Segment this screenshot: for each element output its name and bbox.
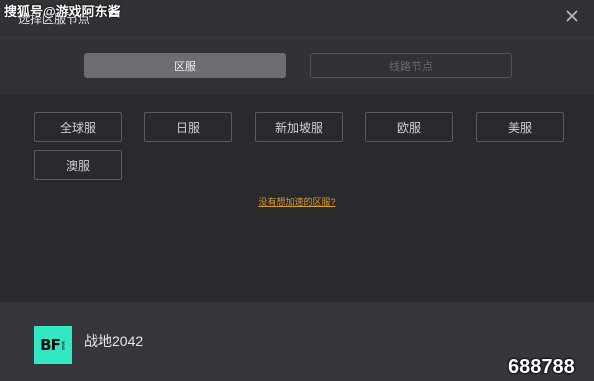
help-link-row: 没有想加速的区服? [0,195,594,208]
dialog-header: 选择区服节点 搜狐号@游戏阿东酱 [0,0,594,38]
game-footer: BF 2042 战地2042 688788 [0,302,594,381]
server-option-australia[interactable]: 澳服 [34,150,122,180]
game-logo-text: BF [40,336,61,354]
tab-region[interactable]: 区服 [84,53,286,78]
server-option-singapore[interactable]: 新加坡服 [255,112,343,142]
game-logo: BF 2042 [34,326,72,364]
watermark-bottom: 688788 [508,356,575,378]
tab-route-node[interactable]: 线路节点 [310,53,512,78]
server-option-us[interactable]: 美服 [476,112,564,142]
tab-bar: 区服 线路节点 [0,38,594,94]
close-button[interactable] [563,7,581,25]
game-name: 战地2042 [84,333,144,349]
game-logo-subtext: 2042 [60,340,66,350]
server-option-japan[interactable]: 日服 [144,112,232,142]
close-icon [566,10,578,22]
missing-server-link[interactable]: 没有想加速的区服? [258,197,335,207]
watermark-top: 搜狐号@游戏阿东酱 [4,4,121,19]
server-option-europe[interactable]: 欧服 [365,112,453,142]
server-list-panel: 全球服 日服 新加坡服 欧服 美服 澳服 没有想加速的区服? [0,94,594,302]
server-option-global[interactable]: 全球服 [34,112,122,142]
